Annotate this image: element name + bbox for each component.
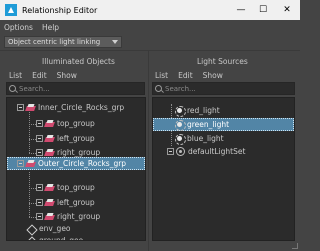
collapse-icon[interactable] xyxy=(36,135,43,142)
collapse-icon[interactable] xyxy=(36,120,43,127)
row-label: blue_light xyxy=(187,134,224,143)
group-icon xyxy=(45,135,54,143)
row-label: red_light xyxy=(187,106,220,115)
panel-splitter[interactable] xyxy=(148,51,149,251)
left-menu-show[interactable]: Show xyxy=(57,71,77,80)
mode-dropdown-value: Object centric light linking xyxy=(8,38,101,46)
menu-options[interactable]: Options xyxy=(4,23,33,32)
left-search-placeholder: Search... xyxy=(19,84,50,93)
light-row-red[interactable]: red_light xyxy=(175,104,220,117)
light-row-green[interactable]: green_light xyxy=(153,118,294,131)
right-panel-title: Light Sources xyxy=(197,57,248,66)
maximize-button[interactable]: ☐ xyxy=(252,0,274,20)
light-row-blue[interactable]: blue_light xyxy=(175,132,224,145)
divider xyxy=(0,50,300,51)
group-icon xyxy=(26,160,35,168)
light-sources-list[interactable]: red_light green_light blue_light default… xyxy=(152,97,295,241)
row-label: Inner_Circle_Rocks_grp xyxy=(38,103,125,112)
collapse-icon[interactable] xyxy=(167,148,174,155)
row-label: right_group xyxy=(57,212,101,221)
light-bulb-icon xyxy=(175,120,186,131)
group-icon xyxy=(45,120,54,128)
collapse-icon[interactable] xyxy=(36,213,43,220)
light-bulb-icon xyxy=(175,134,186,145)
left-menu-list[interactable]: List xyxy=(9,71,22,80)
title-bar: Relationship Editor — ☐ ✕ xyxy=(0,0,300,20)
tree-row-left-group-2[interactable]: left_group xyxy=(36,196,95,209)
row-label: top_group xyxy=(57,183,95,192)
row-label: top_group xyxy=(57,119,95,128)
tree-row-outer-circle-rocks[interactable]: Outer_Circle_Rocks_grp xyxy=(7,157,145,170)
transform-icon xyxy=(27,225,36,233)
search-icon xyxy=(155,85,162,92)
group-icon xyxy=(26,104,35,112)
group-icon xyxy=(45,199,54,207)
right-search-input[interactable]: Search... xyxy=(152,82,295,95)
row-label: defaultLightSet xyxy=(188,147,246,156)
resize-grip-icon[interactable] xyxy=(292,243,298,249)
collapse-icon[interactable] xyxy=(17,160,24,167)
collapse-icon[interactable] xyxy=(36,149,43,156)
search-icon xyxy=(9,85,16,92)
tree-row-top-group[interactable]: top_group xyxy=(36,117,95,130)
light-set-icon xyxy=(176,147,185,156)
light-bulb-icon xyxy=(175,106,186,117)
right-menu-show[interactable]: Show xyxy=(203,71,223,80)
left-menu-edit[interactable]: Edit xyxy=(32,71,47,80)
minimize-button[interactable]: — xyxy=(230,0,252,20)
group-icon xyxy=(45,184,54,192)
illuminated-objects-list[interactable]: Inner_Circle_Rocks_grp top_group left_gr… xyxy=(6,97,146,241)
light-row-default-set[interactable]: defaultLightSet xyxy=(167,145,245,158)
left-panel-menu: List Edit Show xyxy=(9,71,87,80)
left-search-input[interactable]: Search... xyxy=(6,82,145,95)
collapse-icon[interactable] xyxy=(36,184,43,191)
row-label: Outer_Circle_Rocks_grp xyxy=(38,159,127,168)
right-search-placeholder: Search... xyxy=(165,84,196,93)
menu-help[interactable]: Help xyxy=(42,23,59,32)
tree-row-inner-circle-rocks[interactable]: Inner_Circle_Rocks_grp xyxy=(17,101,145,114)
maya-app-icon xyxy=(5,4,17,16)
chevron-down-icon xyxy=(112,40,118,44)
right-menu-edit[interactable]: Edit xyxy=(178,71,193,80)
row-label: ground_geo xyxy=(39,236,84,241)
tree-row-left-group[interactable]: left_group xyxy=(36,132,95,145)
row-label: right_group xyxy=(57,148,101,157)
close-button[interactable]: ✕ xyxy=(274,0,300,20)
menu-bar: Options Help xyxy=(0,20,300,34)
collapse-icon[interactable] xyxy=(36,199,43,206)
row-label: green_light xyxy=(187,120,230,129)
mode-dropdown[interactable]: Object centric light linking xyxy=(4,36,122,48)
row-label: left_group xyxy=(57,198,95,207)
window-title: Relationship Editor xyxy=(22,5,98,15)
left-panel-title: Illuminated Objects xyxy=(42,57,115,66)
group-icon xyxy=(45,149,54,157)
tree-row-ground-geo[interactable]: ground_geo xyxy=(27,234,84,241)
transform-icon xyxy=(27,237,36,241)
tree-row-top-group-2[interactable]: top_group xyxy=(36,181,95,194)
row-label: left_group xyxy=(57,134,95,143)
group-icon xyxy=(45,213,54,221)
right-panel-menu: List Edit Show xyxy=(155,71,233,80)
collapse-icon[interactable] xyxy=(17,104,24,111)
row-label: env_geo xyxy=(39,224,71,233)
right-menu-list[interactable]: List xyxy=(155,71,168,80)
